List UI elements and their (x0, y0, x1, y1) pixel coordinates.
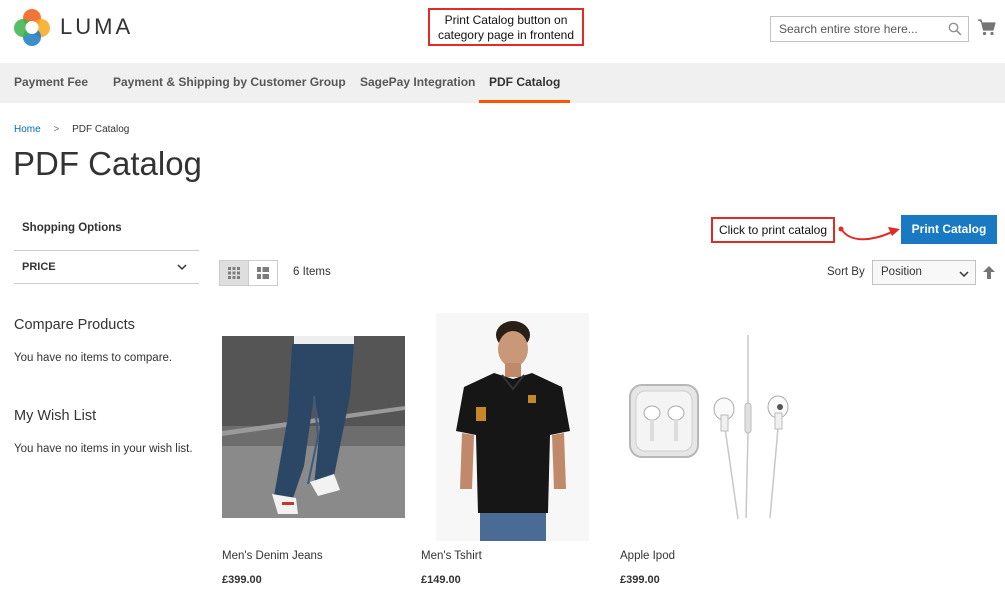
product-name[interactable]: Men's Denim Jeans (222, 550, 323, 562)
shopping-options-title: Shopping Options (22, 222, 122, 234)
product-price: £399.00 (222, 574, 262, 586)
annotation-callout-print: Click to print catalog (711, 217, 835, 243)
cart-icon[interactable] (977, 17, 997, 37)
luma-logo-icon (14, 9, 50, 46)
grid-icon (228, 267, 241, 279)
view-mode-switcher (219, 260, 278, 286)
price-filter-label: PRICE (22, 261, 56, 273)
tshirt-image (436, 313, 589, 541)
price-filter[interactable]: PRICE (14, 250, 199, 284)
chevron-down-icon (177, 264, 187, 271)
product-image-tshirt[interactable] (436, 313, 589, 541)
search-input[interactable]: Search entire store here... (770, 16, 969, 42)
page-title: PDF Catalog (13, 145, 202, 182)
jeans-image (222, 336, 405, 518)
print-catalog-button[interactable]: Print Catalog (901, 215, 997, 244)
grid-view-button[interactable] (220, 261, 249, 285)
nav-item-payment-shipping[interactable]: Payment & Shipping by Customer Group (113, 63, 346, 103)
nav-item-payment-fee[interactable]: Payment Fee (14, 63, 88, 103)
breadcrumb-separator: > (53, 124, 60, 135)
main-navigation: Payment Fee Payment & Shipping by Custom… (0, 63, 1005, 103)
nav-item-pdf-catalog[interactable]: PDF Catalog (479, 63, 571, 103)
logo-text: LUMA (60, 14, 134, 39)
wishlist-title: My Wish List (14, 408, 97, 424)
product-name[interactable]: Apple Ipod (620, 550, 675, 562)
product-item: Apple Ipod £399.00 (620, 313, 810, 593)
luma-logo[interactable]: LUMA (14, 8, 133, 46)
annotation-callout-top: Print Catalog button on category page in… (428, 8, 584, 46)
sort-by-value: Position (881, 266, 922, 278)
wishlist-text: You have no items in your wish list. (14, 443, 193, 455)
list-view-button[interactable] (248, 261, 277, 285)
earpods-image (620, 333, 800, 523)
product-price: £399.00 (620, 574, 660, 586)
nav-item-sagepay[interactable]: SagePay Integration (360, 63, 475, 103)
product-image-jeans[interactable] (222, 336, 405, 518)
list-icon (257, 267, 270, 279)
search-icon[interactable] (948, 22, 962, 36)
product-item: Men's Denim Jeans £399.00 (222, 313, 412, 593)
sort-by-label: Sort By (827, 266, 865, 278)
compare-products-title: Compare Products (14, 317, 135, 333)
annotation-arrow (838, 226, 900, 241)
product-price: £149.00 (421, 574, 461, 586)
compare-products-text: You have no items to compare. (14, 352, 173, 364)
product-item: Men's Tshirt £149.00 (421, 313, 611, 593)
search-placeholder: Search entire store here... (779, 22, 918, 36)
sort-by-select[interactable]: Position (872, 260, 976, 285)
sort-direction-arrow-icon[interactable] (983, 266, 995, 279)
chevron-down-icon (959, 271, 969, 278)
product-name[interactable]: Men's Tshirt (421, 550, 482, 562)
breadcrumb-home-link[interactable]: Home (14, 124, 41, 135)
breadcrumb: Home > PDF Catalog (14, 124, 129, 135)
product-image-earpods[interactable] (620, 333, 800, 523)
page-header: LUMA Print Catalog button on category pa… (0, 0, 1005, 63)
items-count: 6 Items (293, 266, 331, 278)
breadcrumb-current: PDF Catalog (72, 124, 130, 135)
